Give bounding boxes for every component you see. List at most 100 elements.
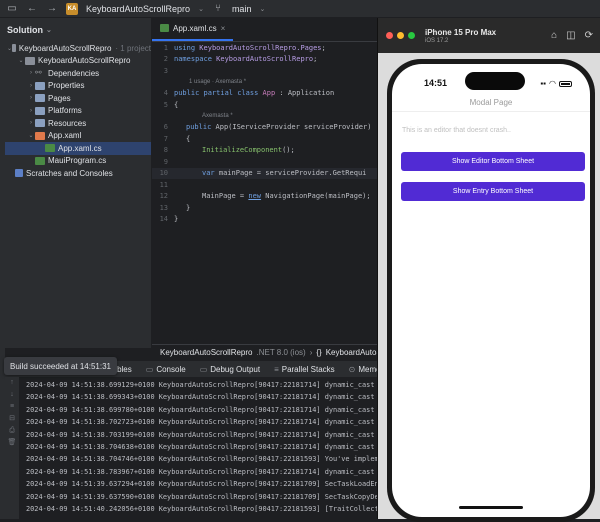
chevron-down-icon[interactable]: ⌄ (198, 5, 204, 13)
sidebar-toggle-icon[interactable]: ▭ (6, 3, 18, 14)
console-line: 2024-04-09 14:51:39.637590+0100 Keyboard… (26, 492, 386, 501)
back-arrow-icon[interactable]: ← (26, 3, 38, 14)
namespace-icon: {} (316, 348, 322, 357)
tab-parallel-stacks[interactable]: ≡ Parallel Stacks (274, 365, 335, 374)
scroll-up-icon[interactable]: ↑ (5, 377, 19, 389)
tree-item-label: Scratches and Consoles (26, 168, 113, 178)
branch-selector[interactable]: main (232, 4, 252, 14)
chevron-down-icon[interactable]: ⌄ (27, 132, 35, 139)
breadcrumb-project[interactable]: KeyboardAutoScrollRepro (160, 348, 253, 357)
trash-icon[interactable]: 🗑 (5, 437, 19, 449)
breadcrumb-framework[interactable]: .NET 8.0 (ios) (257, 348, 306, 357)
dynamic-island (465, 72, 525, 90)
tab-label: Parallel Stacks (281, 364, 335, 374)
project-selector[interactable]: KeyboardAutoScrollRepro (86, 4, 190, 14)
show-editor-bottom-sheet-button[interactable]: Show Editor Bottom Sheet (401, 152, 585, 171)
folder-icon (35, 119, 45, 128)
code-line: 6 public App(IServiceProvider serviceProv… (152, 122, 384, 134)
breadcrumb-namespace[interactable]: KeyboardAutoScrollRe (326, 348, 384, 357)
console-line: 2024-04-09 14:51:38.699129+0100 Keyboard… (26, 381, 386, 389)
tab-app-xaml-cs[interactable]: App.xaml.cs × (152, 17, 234, 41)
tree-item-label: App.xaml.cs (58, 143, 102, 153)
chevron-right-icon[interactable]: › (27, 70, 35, 76)
console-line: 2024-04-09 14:51:38.699780+0100 Keyboard… (26, 405, 386, 414)
close-window-button[interactable] (386, 32, 393, 39)
code-line: 4 public partial class App : Application (152, 88, 384, 100)
line-number: 11 (159, 180, 168, 189)
solution-header[interactable]: Solution ⌄ (5, 18, 151, 42)
tree-item-resources[interactable]: › Resources (5, 117, 151, 130)
console-line: 2024-04-09 14:51:38.699343+0100 Keyboard… (26, 393, 386, 402)
tab-console[interactable]: ▭ Console (146, 365, 186, 374)
console-output[interactable]: 2024-04-09 14:51:38.699129+0100 Keyboard… (26, 379, 386, 519)
signal-icon: ▪▪ (540, 79, 547, 88)
screenshot-icon[interactable]: ◫ (566, 30, 575, 41)
editor-field[interactable]: This is an editor that doesnt crash.. (402, 127, 511, 134)
stacks-icon: ≡ (274, 364, 279, 374)
code-line: 13} (152, 202, 384, 214)
rotate-icon[interactable]: ⟳ (585, 30, 593, 41)
tree-item-app-xaml[interactable]: ⌄ App.xaml (5, 130, 151, 143)
tree-item-label: Resources (48, 118, 87, 128)
code-line: 8 InitializeComponent(); (152, 145, 384, 157)
status-time: 14:51 (424, 78, 448, 88)
page-title: Modal Page (469, 98, 513, 107)
codevision-hint[interactable]: 1 usage · Axemasta * (152, 77, 384, 88)
tree-item-scratches[interactable]: Scratches and Consoles (5, 167, 151, 180)
os-version: iOS 17.2 (425, 37, 449, 44)
code-line: 14} (152, 214, 384, 226)
wrap-icon[interactable]: ≡ (5, 401, 19, 413)
line-number: 4 (163, 89, 168, 98)
console-line: 2024-04-09 14:51:38.703199+0100 Keyboard… (26, 430, 386, 439)
folder-icon (35, 94, 45, 103)
line-number: 5 (163, 100, 168, 109)
ios-simulator-window: iPhone 15 Pro Max iOS 17.2 ⌂ ◫ ⟳ 14:51 ▪… (377, 18, 600, 522)
tree-item-pages[interactable]: › Pages (5, 92, 151, 105)
codevision-hint[interactable]: Axemasta * (152, 111, 384, 122)
minimize-window-button[interactable] (397, 32, 404, 39)
device-name: iPhone 15 Pro Max (425, 27, 497, 37)
nav-divider (392, 111, 590, 112)
show-entry-bottom-sheet-button[interactable]: Show Entry Bottom Sheet (401, 182, 585, 201)
line-number: 14 (159, 215, 168, 224)
tree-item-label: Pages (48, 93, 71, 103)
tree-item-properties[interactable]: › Properties (5, 80, 151, 93)
code-line: 1 using KeyboardAutoScrollRepro.Pages; (152, 42, 384, 54)
close-icon[interactable]: × (221, 24, 226, 33)
chevron-down-icon[interactable]: ⌄ (17, 57, 25, 64)
csharp-file-icon (160, 24, 169, 32)
tree-item-label: KeyboardAutoScrollRepro (18, 43, 112, 53)
branch-icon: ⑂ (214, 3, 221, 14)
scratches-icon (15, 169, 23, 178)
console-line: 2024-04-09 14:51:38.704638+0100 Keyboard… (26, 442, 386, 451)
home-icon[interactable]: ⌂ (551, 30, 557, 41)
code-line: 11 (152, 179, 384, 191)
code-line: 12 MainPage = new NavigationPage(mainPage… (152, 191, 384, 203)
tree-item-project[interactable]: ⌄ KeyboardAutoScrollRepro (5, 55, 151, 68)
chevron-right-icon[interactable]: › (27, 120, 35, 126)
tree-item-mauiprogram[interactable]: MauiProgram.cs (5, 155, 151, 168)
filter-icon[interactable]: ⊟ (5, 413, 19, 425)
main-toolbar: ▭ ← → KA KeyboardAutoScrollRepro ⌄ ⑂ mai… (0, 0, 600, 18)
zoom-window-button[interactable] (408, 32, 415, 39)
tree-item-dependencies[interactable]: › ⚯ Dependencies (5, 67, 151, 80)
tab-label: Debug Output (210, 364, 261, 374)
chevron-down-icon[interactable]: ⌄ (46, 26, 52, 34)
code-area[interactable]: 1 using KeyboardAutoScrollRepro.Pages; 2n… (152, 42, 384, 225)
tree-item-solution[interactable]: ⌄ KeyboardAutoScrollRepro · 1 project (5, 42, 151, 55)
build-status-toast[interactable]: Build succeeded at 14:51:31 (4, 357, 117, 375)
tab-debug-output[interactable]: ▭ Debug Output (200, 365, 260, 374)
chevron-right-icon[interactable]: › (27, 83, 35, 89)
chevron-down-icon[interactable]: ⌄ (259, 5, 265, 13)
print-icon[interactable]: ⎙ (5, 425, 19, 437)
chevron-right-icon[interactable]: › (27, 95, 35, 101)
home-indicator[interactable] (459, 506, 523, 509)
tree-item-platforms[interactable]: › Platforms (5, 105, 151, 118)
code-line: 7{ (152, 133, 384, 145)
scroll-down-icon[interactable]: ↓ (5, 389, 19, 401)
line-number: 2 (163, 55, 168, 64)
memory-icon: ⊙ (348, 364, 356, 374)
forward-arrow-icon[interactable]: → (46, 3, 58, 14)
chevron-right-icon[interactable]: › (27, 108, 35, 114)
tree-item-app-xaml-cs[interactable]: App.xaml.cs (5, 142, 151, 155)
